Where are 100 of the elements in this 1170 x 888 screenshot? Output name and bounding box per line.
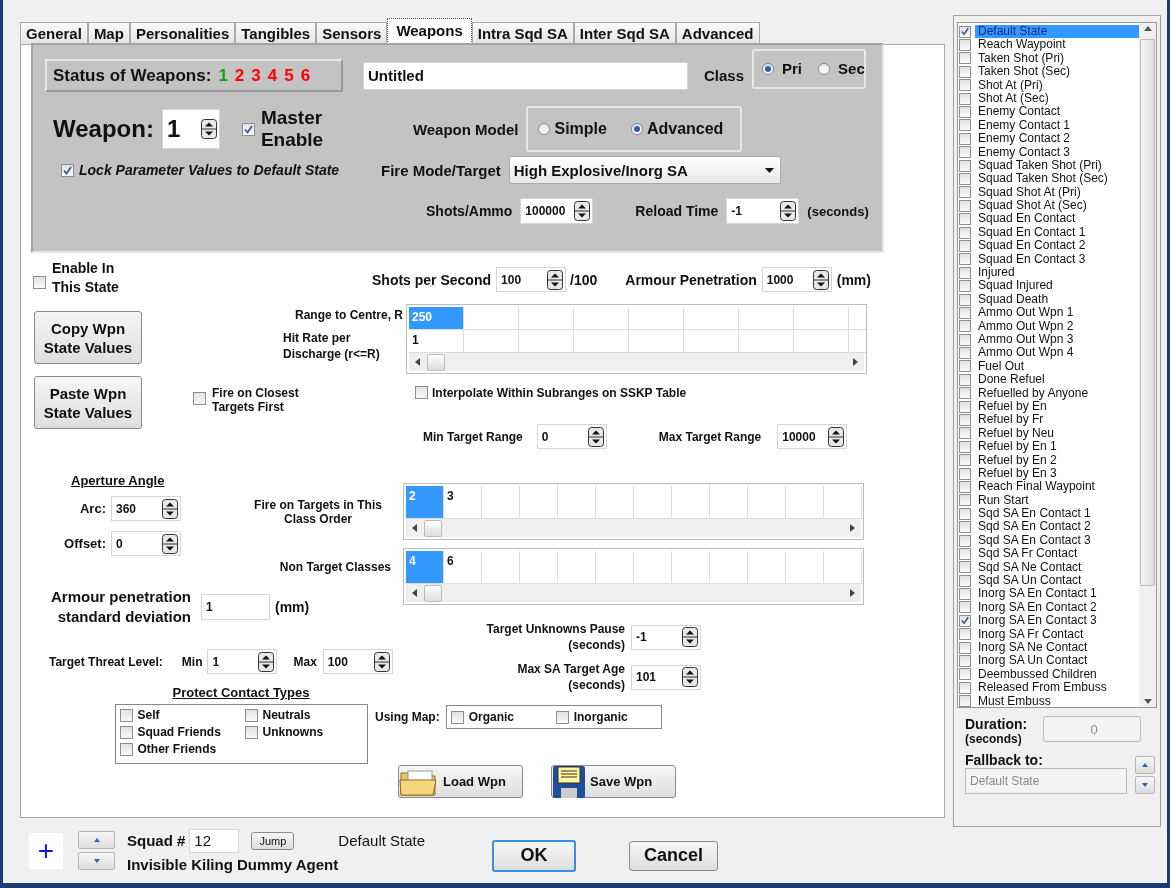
checkbox[interactable] — [61, 163, 74, 177]
checkbox[interactable] — [959, 199, 971, 212]
checkbox[interactable] — [959, 333, 971, 346]
list-item[interactable]: Inorg SA En Contact 2 — [975, 600, 1139, 615]
list-item[interactable]: Run Start — [975, 493, 1139, 508]
checkbox[interactable] — [959, 628, 971, 641]
spinner-icon[interactable] — [547, 269, 564, 290]
checkbox[interactable] — [959, 507, 971, 520]
tab[interactable]: Sensors — [316, 22, 388, 44]
checkbox[interactable] — [959, 52, 971, 65]
list-item[interactable]: Enemy Contact — [975, 105, 1139, 119]
fire-mode-dropdown[interactable]: High Explosive/Inorg SA — [508, 156, 781, 184]
checkbox[interactable] — [959, 534, 971, 547]
checkbox[interactable] — [959, 681, 971, 694]
list-item[interactable]: Refuel by Neu — [975, 426, 1139, 441]
checkbox[interactable] — [959, 119, 971, 132]
list-item[interactable]: Shot At (Pri) — [975, 78, 1139, 92]
checkbox[interactable] — [959, 226, 971, 239]
checkbox[interactable] — [959, 614, 971, 627]
checkbox[interactable] — [959, 373, 971, 386]
list-item[interactable]: Squad Death — [975, 292, 1139, 307]
spinner-icon[interactable] — [682, 667, 698, 687]
scrollbar-thumb[interactable] — [1140, 39, 1155, 586]
right-arrow-icon[interactable] — [851, 357, 859, 367]
copy-button[interactable]: Copy Wpn State Values — [34, 311, 142, 364]
up-arrow-icon[interactable] — [1143, 26, 1152, 31]
spin-field[interactable]: 0 — [111, 531, 181, 556]
checkbox[interactable] — [959, 92, 971, 105]
list-item[interactable]: Refuel by En 3 — [975, 466, 1139, 481]
tab[interactable]: Weapons — [387, 18, 472, 44]
checkbox[interactable] — [119, 742, 133, 756]
ok-button[interactable]: OK — [492, 839, 577, 872]
spin-field[interactable]: 1 — [207, 649, 278, 674]
checkbox[interactable] — [959, 454, 971, 467]
spin-field[interactable]: -1 — [726, 198, 800, 224]
checkbox[interactable] — [959, 467, 971, 480]
checkbox[interactable] — [119, 725, 133, 739]
list-item[interactable]: Released From Embuss — [975, 681, 1139, 695]
spinner-icon[interactable] — [780, 201, 797, 221]
list-item[interactable]: Squad Injured — [975, 279, 1139, 293]
table-cell[interactable] — [684, 307, 739, 330]
list-item[interactable]: Squad En Contact 1 — [975, 225, 1139, 240]
list-item[interactable]: Deembussed Children — [975, 667, 1139, 682]
list-item[interactable]: Sqd SA En Contact 2 — [975, 520, 1139, 534]
radio-button[interactable] — [818, 62, 831, 75]
spinner-icon[interactable] — [162, 533, 178, 554]
checkbox[interactable] — [450, 710, 464, 724]
list-item[interactable]: Reach Waypoint — [975, 38, 1139, 52]
checkbox[interactable] — [244, 725, 258, 739]
checkbox[interactable] — [959, 695, 971, 707]
list-item[interactable]: Ammo Out Wpn 2 — [975, 319, 1139, 333]
list-item[interactable]: Ammo Out Wpn 4 — [975, 346, 1139, 360]
list-item[interactable]: Refuel by En — [975, 399, 1139, 414]
checkbox[interactable] — [959, 668, 971, 681]
vertical-scrollbar[interactable] — [1139, 23, 1156, 707]
list-item[interactable]: Ammo Out Wpn 1 — [975, 306, 1139, 320]
list-item[interactable]: Sqd SA En Contact 3 — [975, 533, 1139, 548]
checkbox[interactable] — [959, 213, 971, 226]
input-field[interactable]: 1 — [201, 594, 270, 620]
checkbox[interactable] — [959, 106, 971, 119]
load-button[interactable]: Load Wpn — [398, 765, 523, 798]
horizontal-scrollbar[interactable] — [406, 584, 861, 602]
table-cell[interactable] — [629, 307, 684, 330]
checkbox[interactable] — [193, 392, 206, 405]
list-item[interactable]: Refuel by En 2 — [975, 453, 1139, 467]
list-item[interactable]: Must Embuss — [975, 694, 1139, 707]
list-item[interactable]: Inorg SA Un Contact — [975, 654, 1139, 668]
left-arrow-icon[interactable] — [411, 523, 419, 533]
list-item[interactable]: Squad Shot At (Pri) — [975, 185, 1139, 200]
left-arrow-icon[interactable] — [414, 357, 422, 367]
tab[interactable]: Inter Sqd SA — [573, 22, 676, 44]
list-item[interactable]: Squad Taken Shot (Pri) — [975, 158, 1139, 173]
checkbox[interactable] — [959, 253, 971, 266]
checkbox[interactable] — [959, 173, 971, 185]
spin-field[interactable]: 100000 — [520, 198, 594, 224]
radio-button[interactable] — [630, 123, 643, 135]
radio-button[interactable] — [538, 123, 551, 135]
paste-button[interactable]: Paste Wpn State Values — [34, 376, 142, 429]
list-item[interactable]: Sqd SA Un Contact — [975, 574, 1139, 588]
scrollbar-thumb[interactable] — [424, 519, 442, 537]
list-item[interactable]: Taken Shot (Pri) — [975, 51, 1139, 66]
checkbox[interactable] — [959, 132, 971, 145]
table-cell[interactable] — [574, 307, 629, 330]
spinner-icon[interactable] — [200, 119, 217, 139]
radio-button[interactable] — [762, 62, 775, 75]
checkbox[interactable] — [959, 360, 971, 373]
table-cell[interactable] — [464, 307, 519, 330]
checkbox[interactable] — [959, 561, 971, 574]
list-item[interactable]: Sqd SA En Contact 1 — [975, 507, 1139, 521]
checkbox[interactable] — [959, 387, 971, 400]
up-button[interactable] — [1135, 756, 1155, 774]
list-item[interactable]: Inorg SA En Contact 1 — [975, 587, 1139, 601]
name-field[interactable]: Untitled — [363, 61, 688, 90]
list-item[interactable]: Taken Shot (Sec) — [975, 65, 1139, 79]
spin-field[interactable]: -1 — [631, 624, 701, 650]
checkbox[interactable] — [959, 427, 971, 440]
table-cell[interactable] — [739, 307, 794, 330]
list-item[interactable]: Shot At (Sec) — [975, 91, 1139, 106]
list-item[interactable]: Squad Shot At (Sec) — [975, 199, 1139, 213]
checkbox[interactable] — [959, 39, 971, 52]
